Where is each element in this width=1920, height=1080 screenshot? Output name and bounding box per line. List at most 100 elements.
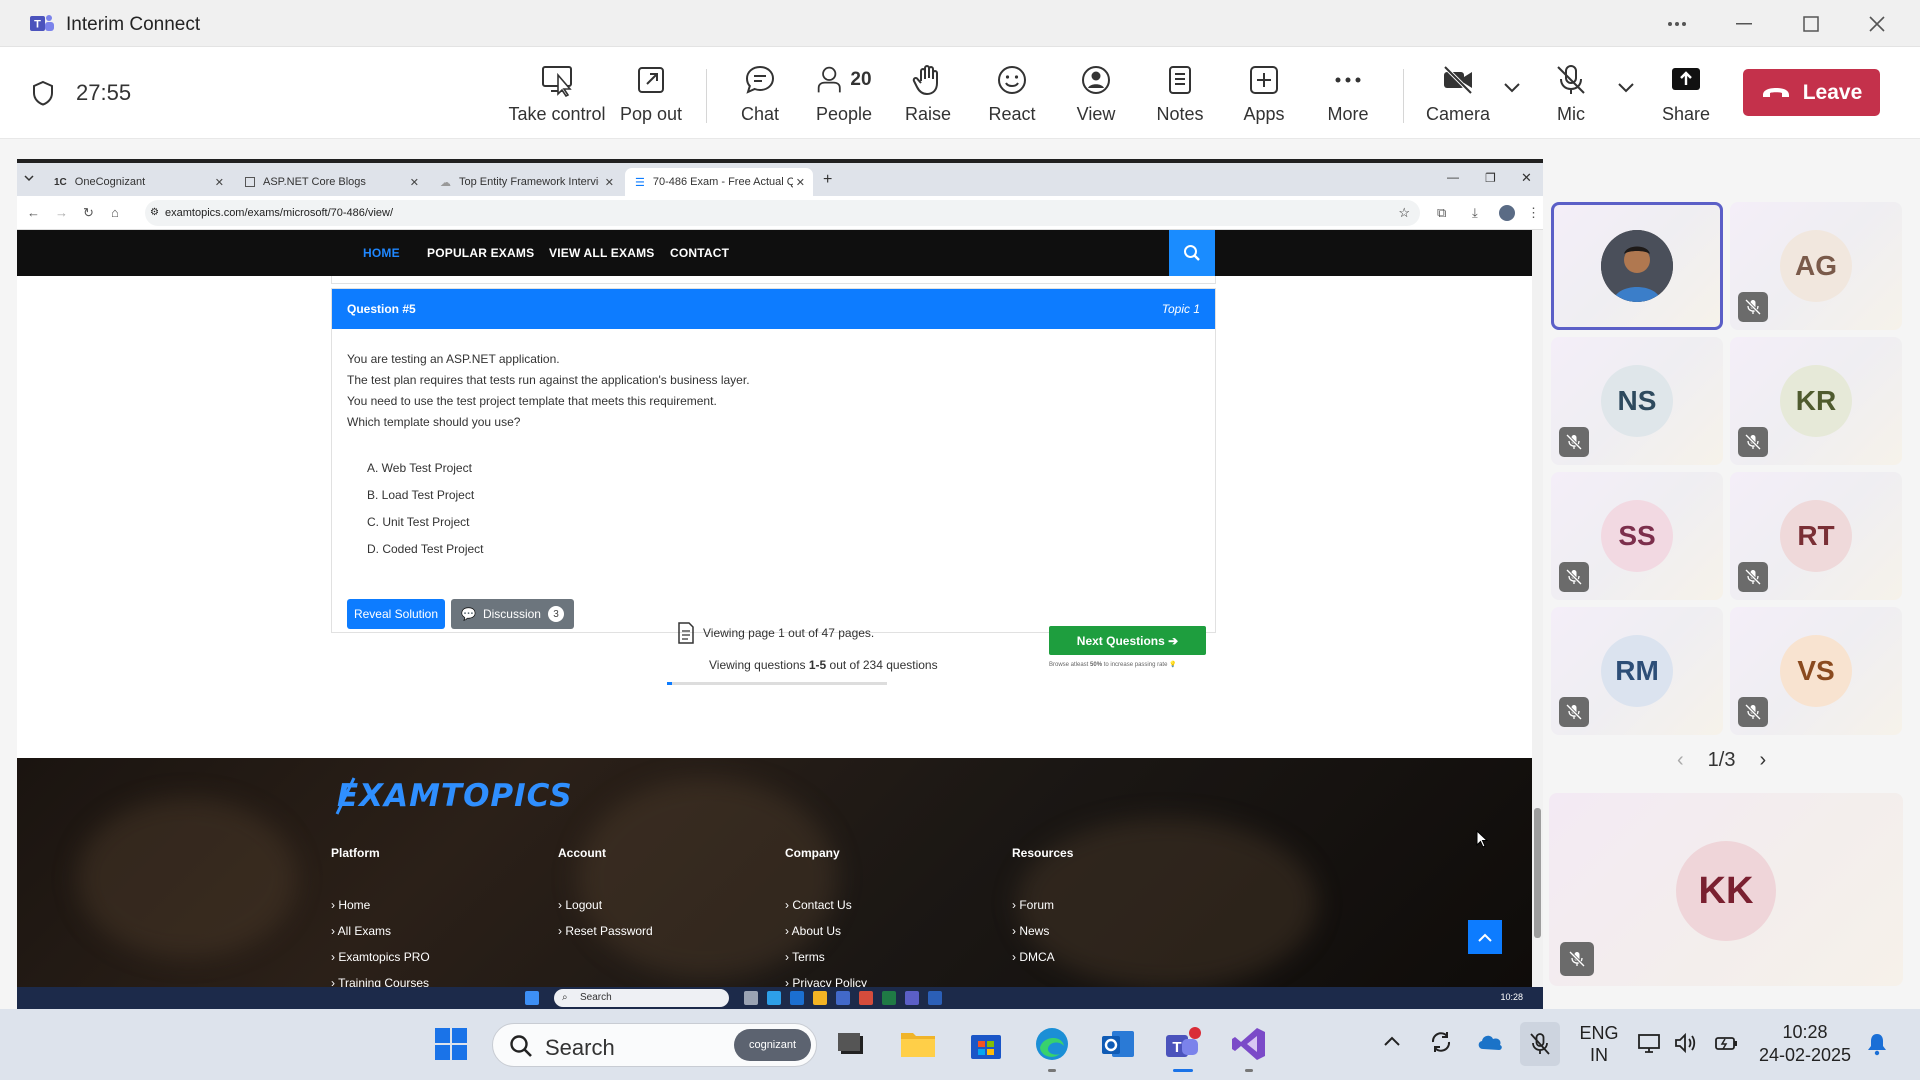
nav-view-all-exams[interactable]: VIEW ALL EXAMS [549,246,654,260]
mic-muted-tray[interactable] [1520,1022,1560,1066]
apps-button[interactable]: Apps [1239,63,1289,133]
network-icon[interactable] [1637,1032,1661,1054]
scrollbar-thumb[interactable] [1534,808,1541,938]
close-tab-icon[interactable]: ✕ [796,176,805,189]
chat-button[interactable]: Chat [735,63,785,133]
input-language[interactable]: ENG IN [1576,1022,1622,1066]
participant-tile[interactable]: KR [1730,337,1902,465]
start-button[interactable] [431,1024,471,1064]
chevron-left-icon[interactable]: ‹ [1677,749,1684,772]
browser-tab-active[interactable]: ☰ 70-486 Exam - Free Actual Q&A ✕ [625,168,813,196]
tab-search-chevron-icon[interactable] [24,175,34,182]
profile-avatar[interactable] [1499,205,1515,221]
next-questions-button[interactable]: Next Questions ➔ [1049,626,1206,655]
footer-link-home[interactable]: Home [331,898,430,924]
footer-link-about-us[interactable]: About Us [785,924,867,950]
take-control-button[interactable]: Take control [508,63,606,133]
back-icon[interactable]: ← [27,205,40,220]
footer-link-forum[interactable]: Forum [1012,898,1073,924]
remote-edge-icon[interactable] [767,991,781,1005]
share-button[interactable]: Share [1660,63,1712,133]
extensions-icon[interactable]: ⧉ [1437,205,1446,221]
minimize-button[interactable] [1711,0,1777,47]
browser-menu-icon[interactable]: ⋮ [1527,205,1540,221]
browser-minimize-icon[interactable]: — [1447,170,1459,184]
taskbar-app[interactable] [1229,1024,1269,1072]
spotlight-participant-tile[interactable]: KK [1549,793,1903,986]
reload-icon[interactable]: ↻ [83,205,94,221]
nav-home[interactable]: HOME [363,246,400,260]
remote-word-icon[interactable] [928,991,942,1005]
mic-options-chevron-icon[interactable] [1617,81,1635,93]
nav-popular-exams[interactable]: POPULAR EXAMS [427,246,534,260]
chevron-up-icon[interactable] [1383,1035,1401,1047]
remote-chrome-icon[interactable] [859,991,873,1005]
react-button[interactable]: React [987,63,1037,133]
taskbar-app[interactable] [898,1024,938,1064]
taskbar-app[interactable] [1098,1024,1138,1064]
people-button[interactable]: 20 People [813,63,875,133]
onedrive-icon[interactable] [1476,1031,1504,1053]
browser-tab[interactable]: ☁ Top Entity Framework Interview ✕ [430,168,622,196]
footer-link-training[interactable]: Training Courses [331,976,430,987]
nav-contact[interactable]: CONTACT [670,246,729,260]
remote-teams-icon[interactable] [905,991,919,1005]
examtopics-logo[interactable]: EXAMTOPICS [335,777,573,815]
close-tab-icon[interactable]: ✕ [605,176,614,189]
participant-tile[interactable]: SS [1551,472,1723,600]
battery-icon[interactable] [1712,1032,1738,1054]
bookmark-star-icon[interactable]: ☆ [1398,200,1410,226]
reveal-solution-button[interactable]: Reveal Solution [347,599,445,629]
close-tab-icon[interactable]: ✕ [410,176,419,189]
taskbar-app[interactable] [966,1024,1006,1064]
answer-option[interactable]: C. Unit Test Project [367,515,484,542]
camera-button[interactable]: Camera [1425,63,1491,133]
notification-bell-icon[interactable] [1866,1032,1888,1056]
taskbar-search-box[interactable]: Search cognizant [492,1023,817,1067]
answer-option[interactable]: D. Coded Test Project [367,542,484,569]
leave-button[interactable]: Leave [1743,69,1880,116]
remote-search-box[interactable]: ⌕ Search [554,989,729,1007]
pop-out-button[interactable]: Pop out [620,63,682,133]
system-clock[interactable]: 10:28 24-02-2025 [1757,1021,1853,1067]
remote-outlook-icon[interactable] [790,991,804,1005]
taskbar-app[interactable] [1032,1024,1072,1072]
participant-tile[interactable]: NS [1551,337,1723,465]
discussion-button[interactable]: 💬 Discussion 3 [451,599,574,629]
remote-start-icon[interactable] [525,991,539,1005]
more-options-icon[interactable] [1644,0,1710,47]
remote-excel-icon[interactable] [882,991,896,1005]
url-input[interactable]: ⚙ examtopics.com/exams/microsoft/70-486/… [145,200,1420,226]
mic-button[interactable]: Mic [1545,63,1597,133]
home-icon[interactable]: ⌂ [111,205,119,220]
remote-app-icon[interactable] [744,991,758,1005]
footer-link-contact-us[interactable]: Contact Us [785,898,867,924]
footer-link-reset-password[interactable]: Reset Password [558,924,652,950]
participant-tile-self[interactable] [1551,202,1723,330]
footer-link-dmca[interactable]: DMCA [1012,950,1073,976]
participant-tile[interactable]: AG [1730,202,1902,330]
volume-icon[interactable] [1673,1031,1697,1055]
notes-button[interactable]: Notes [1155,63,1205,133]
footer-link-terms[interactable]: Terms [785,950,867,976]
taskbar-app-teams[interactable]: T [1163,1024,1203,1072]
view-button[interactable]: View [1071,63,1121,133]
taskbar-app[interactable] [831,1024,871,1064]
answer-option[interactable]: B. Load Test Project [367,488,484,515]
browser-tab[interactable]: 1C OneCognizant ✕ [44,168,232,196]
participant-tile[interactable]: RT [1730,472,1902,600]
browser-tab[interactable]: ASP.NET Core Blogs ✕ [235,168,427,196]
footer-link-pro[interactable]: Examtopics PRO [331,950,429,976]
footer-link-privacy[interactable]: Privacy Policy [785,976,867,987]
more-button[interactable]: More [1322,63,1374,133]
browser-restore-icon[interactable]: ❐ [1485,171,1496,185]
scroll-to-top-button[interactable] [1468,920,1502,954]
page-scrollbar[interactable] [1532,230,1543,987]
close-tab-icon[interactable]: ✕ [215,176,224,189]
raise-hand-button[interactable]: Raise [903,63,953,133]
remote-store-icon[interactable] [836,991,850,1005]
chevron-right-icon[interactable]: › [1759,749,1766,772]
participant-tile[interactable]: RM [1551,607,1723,735]
new-tab-icon[interactable]: + [823,171,832,189]
footer-link-logout[interactable]: Logout [558,898,653,924]
